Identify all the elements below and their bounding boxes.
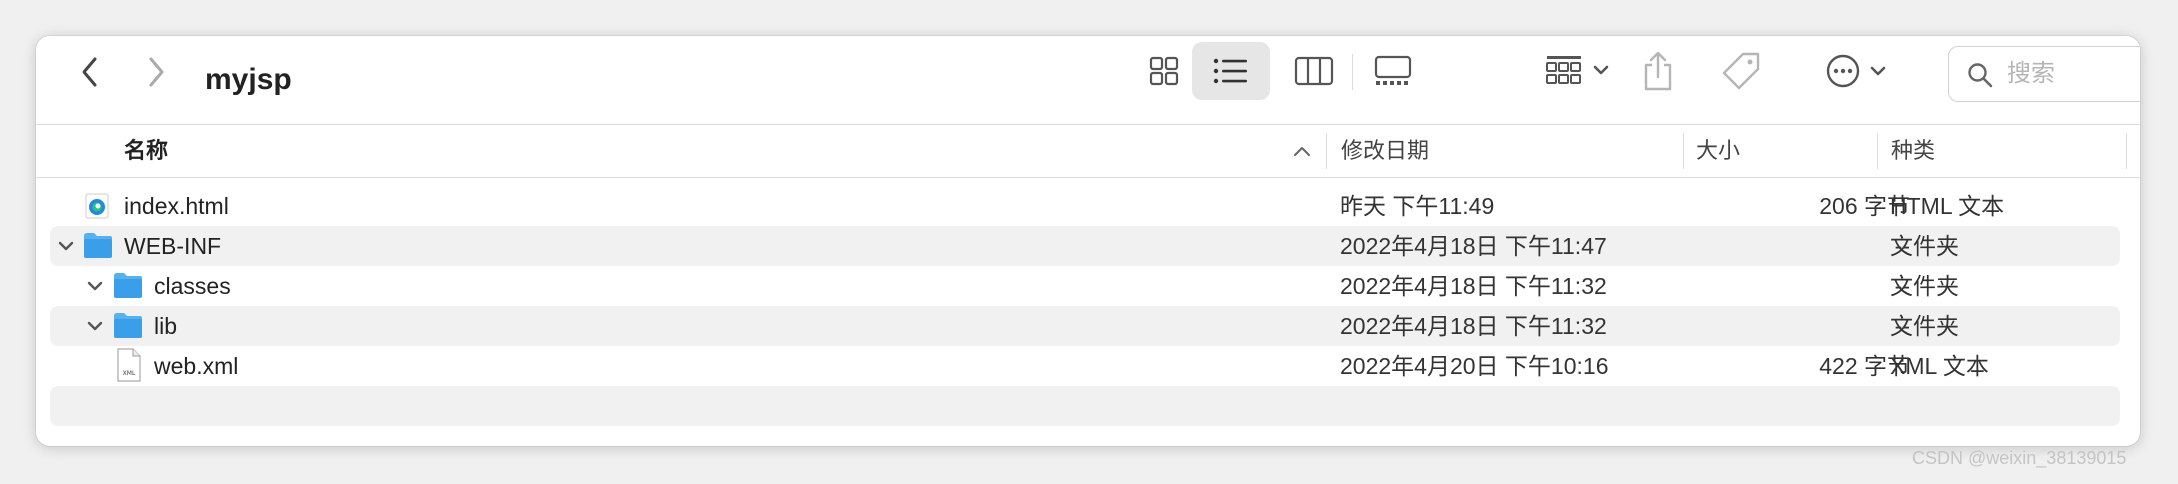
column-name-header[interactable]: 名称 xyxy=(124,125,168,177)
folder-icon xyxy=(114,313,142,338)
file-kind: 文件夹 xyxy=(1890,273,1959,299)
list-item[interactable]: WEB-INF 2022年4月18日 下午11:47 -- 文件夹 xyxy=(50,226,2120,266)
file-modified: 2022年4月18日 下午11:32 xyxy=(1340,273,1607,299)
list-item[interactable]: index.html 昨天 下午11:49 206 字节 HTML 文本 xyxy=(50,186,2120,226)
column-separator[interactable] xyxy=(1326,133,1327,169)
back-arrow-icon xyxy=(82,57,97,87)
column-separator[interactable] xyxy=(1877,133,1878,169)
icon-view-button[interactable] xyxy=(1136,46,1192,96)
file-modified: 2022年4月18日 下午11:32 xyxy=(1340,313,1607,339)
share-button[interactable] xyxy=(1636,44,1680,98)
column-view-icon xyxy=(1294,56,1334,86)
file-modified: 昨天 下午11:49 xyxy=(1340,193,1495,219)
list-item[interactable]: XML web.xml 2022年4月20日 下午10:16 422 字节 XM… xyxy=(50,346,2120,386)
chevron-down-icon xyxy=(1870,66,1886,76)
more-button[interactable] xyxy=(1820,46,1900,96)
toolbar: myjsp xyxy=(36,36,2140,125)
gallery-view-button[interactable] xyxy=(1362,46,1424,96)
column-view-button[interactable] xyxy=(1286,46,1342,96)
column-separator[interactable] xyxy=(2126,133,2127,169)
file-size: -- xyxy=(1894,233,1910,259)
column-header: 名称 修改日期 大小 种类 xyxy=(36,125,2140,178)
xml-file-icon: XML xyxy=(117,348,141,382)
file-kind: XML 文本 xyxy=(1890,353,1989,379)
chevron-down-icon[interactable] xyxy=(83,314,107,338)
finder-window: myjsp 搜索 名称 修改日期 大小 种类 index.html 昨天 下午1… xyxy=(36,36,2140,446)
file-size: 206 字节 xyxy=(1819,193,1910,219)
icon-view-icon xyxy=(1149,56,1179,86)
file-name: lib xyxy=(154,313,178,339)
file-name: web.xml xyxy=(154,353,239,379)
gallery-view-icon xyxy=(1374,55,1412,85)
tag-icon xyxy=(1722,52,1760,90)
browser-html-file-icon xyxy=(85,193,109,219)
file-kind: 文件夹 xyxy=(1890,233,1959,259)
list-view-icon xyxy=(1213,58,1247,84)
column-kind-header[interactable]: 种类 xyxy=(1891,125,1935,177)
share-icon xyxy=(1644,51,1672,91)
group-button[interactable] xyxy=(1540,46,1620,96)
search-icon xyxy=(1968,63,1993,88)
file-size: -- xyxy=(1894,313,1910,339)
window-title: myjsp xyxy=(205,63,292,96)
tag-button[interactable] xyxy=(1716,46,1766,96)
forward-button[interactable] xyxy=(136,52,176,92)
list-item[interactable]: classes 2022年4月18日 下午11:32 -- 文件夹 xyxy=(50,266,2120,306)
folder-icon xyxy=(84,233,112,258)
group-icon xyxy=(1546,56,1609,84)
watermark: CSDN @weixin_38139015 xyxy=(1912,448,2127,468)
search-field[interactable] xyxy=(1948,46,2140,102)
file-name: classes xyxy=(154,273,231,299)
file-modified: 2022年4月18日 下午11:47 xyxy=(1340,233,1607,259)
column-separator[interactable] xyxy=(1683,133,1684,169)
toolbar-divider xyxy=(1352,54,1353,90)
chevron-down-icon[interactable] xyxy=(54,234,78,258)
xml-label: XML xyxy=(123,370,136,377)
file-size: 422 字节 xyxy=(1819,353,1910,379)
forward-arrow-icon xyxy=(149,57,164,87)
chevron-down-icon[interactable] xyxy=(83,274,107,298)
file-kind: 文件夹 xyxy=(1890,313,1959,339)
file-kind: HTML 文本 xyxy=(1890,193,2005,219)
folder-icon xyxy=(114,273,142,298)
file-name: WEB-INF xyxy=(124,233,222,259)
file-size: -- xyxy=(1894,273,1910,299)
sort-ascending-icon[interactable] xyxy=(1293,145,1311,157)
empty-row xyxy=(50,386,2120,426)
list-view-button[interactable] xyxy=(1192,42,1270,100)
file-modified: 2022年4月20日 下午10:16 xyxy=(1340,353,1609,379)
list-item[interactable]: lib 2022年4月18日 下午11:32 -- 文件夹 xyxy=(50,306,2120,346)
column-size-header[interactable]: 大小 xyxy=(1696,125,1740,177)
more-icon xyxy=(1826,54,1886,88)
chevron-down-icon xyxy=(1593,65,1609,75)
back-button[interactable] xyxy=(70,52,110,92)
file-name: index.html xyxy=(124,193,229,219)
search-input[interactable] xyxy=(2005,57,2140,91)
column-modified-header[interactable]: 修改日期 xyxy=(1341,125,1429,177)
